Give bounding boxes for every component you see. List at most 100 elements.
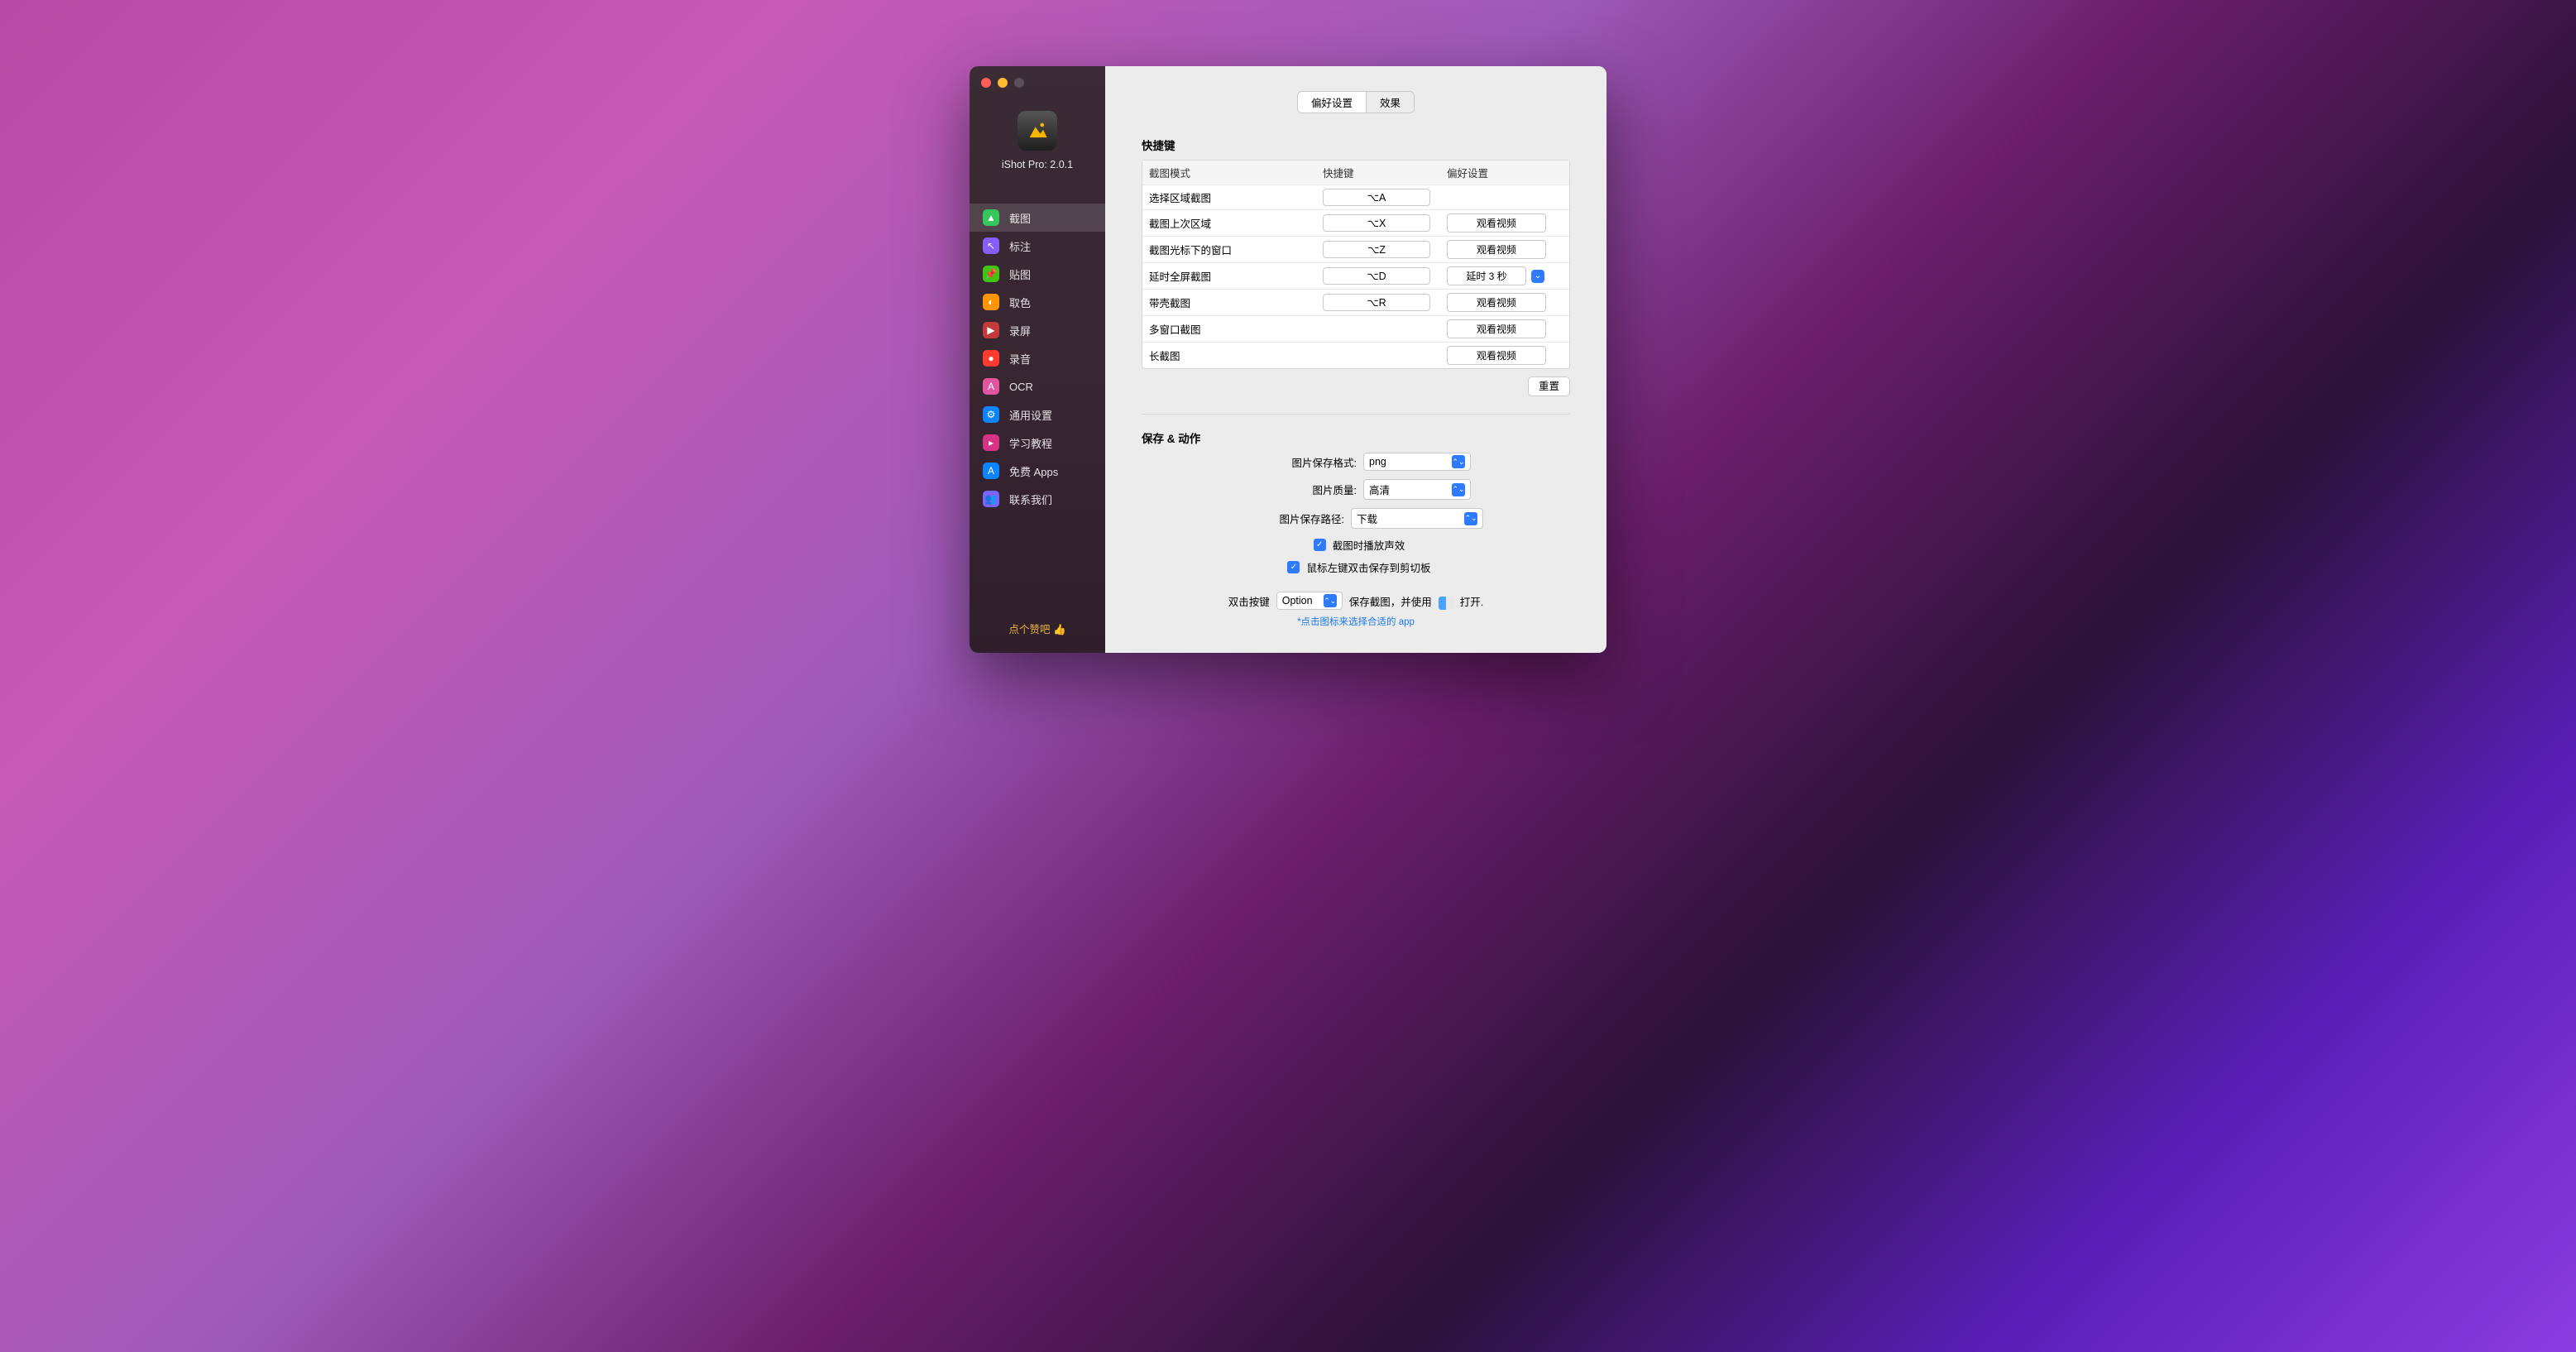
open-with-hint: *点击图标来选择合适的 app xyxy=(1142,615,1570,628)
app-icon xyxy=(1017,111,1057,151)
shortcuts-title: 快捷键 xyxy=(1142,137,1570,153)
table-header: 截图模式 快捷键 偏好设置 xyxy=(1142,161,1569,185)
app-title: iShot Pro: 2.0.1 xyxy=(970,159,1105,170)
table-row: 选择区域截图⌥A xyxy=(1142,185,1569,209)
mode-cell: 截图光标下的窗口 xyxy=(1149,242,1323,257)
sidebar-icon: ▸ xyxy=(983,434,999,451)
sidebar-item-label: 录音 xyxy=(1009,351,1031,367)
window-controls xyxy=(970,66,1105,94)
sidebar-icon: ⚙ xyxy=(983,406,999,423)
sidebar-item-label: OCR xyxy=(1009,381,1033,393)
sidebar-icon: A xyxy=(983,378,999,395)
sidebar-item-8[interactable]: ▸ 学习教程 xyxy=(970,429,1105,457)
dblkey-mid: 保存截图，并使用 xyxy=(1349,593,1432,609)
sidebar-nav: ▲ 截图 ↖标注 📌 贴图 ◐ 取色 ▶ 录屏 ● 录音 A OCR ⚙ 通用设置 ▸ 学习教程 A 免费 Apps… xyxy=(970,204,1105,513)
table-row: 截图上次区域⌥X 观看视频 xyxy=(1142,209,1569,236)
chevron-updown-icon: ⌃⌄ xyxy=(1452,483,1465,496)
mode-cell: 选择区域截图 xyxy=(1149,189,1323,205)
table-row: 带壳截图⌥R 观看视频 xyxy=(1142,289,1569,315)
main-panel: 偏好设置 效果 快捷键 截图模式 快捷键 偏好设置 选择区域截图⌥A截图上次区域… xyxy=(1105,66,1606,653)
save-title: 保存 & 动作 xyxy=(1142,429,1570,446)
table-row: 截图光标下的窗口⌥Z 观看视频 xyxy=(1142,236,1569,262)
hotkey-field[interactable]: ⌥A xyxy=(1323,189,1430,206)
sidebar-item-label: 录屏 xyxy=(1009,323,1031,338)
table-row: 多窗口截图 观看视频 xyxy=(1142,315,1569,342)
sidebar-icon: ↖ xyxy=(983,237,999,254)
path-label: 图片保存路径: xyxy=(1228,511,1344,526)
sidebar-item-9[interactable]: A 免费 Apps xyxy=(970,457,1105,485)
dblclick-copy-checkbox[interactable]: ✓ xyxy=(1287,561,1300,573)
tab-preferences[interactable]: 偏好设置 xyxy=(1298,92,1367,113)
open-with-app-icon[interactable] xyxy=(1439,597,1453,610)
watch-video-button[interactable]: 观看视频 xyxy=(1447,293,1546,312)
sound-checkbox[interactable]: ✓ xyxy=(1314,539,1326,551)
sidebar-icon: 📌 xyxy=(983,266,999,282)
dblkey-pre: 双击按键 xyxy=(1228,593,1270,609)
table-row: 延时全屏截图⌥D延时 3 秒⌄ xyxy=(1142,262,1569,289)
sidebar-item-10[interactable]: 👥 联系我们 xyxy=(970,485,1105,513)
divider xyxy=(1142,414,1570,415)
sidebar-icon: ◐ xyxy=(983,294,999,310)
sidebar-item-label: 取色 xyxy=(1009,295,1031,310)
sidebar-item-label: 免费 Apps xyxy=(1009,463,1058,479)
maximize-button[interactable] xyxy=(1014,78,1024,88)
path-select[interactable]: 下载 ⌃⌄ xyxy=(1351,508,1483,529)
dblkey-select[interactable]: Option ⌃⌄ xyxy=(1276,592,1343,610)
format-select[interactable]: png ⌃⌄ xyxy=(1363,453,1471,471)
quality-select[interactable]: 高清 ⌃⌄ xyxy=(1363,479,1471,500)
col-pref: 偏好设置 xyxy=(1447,165,1563,180)
sidebar-item-4[interactable]: ▶ 录屏 xyxy=(970,316,1105,344)
hotkey-field[interactable]: ⌥D xyxy=(1323,267,1430,285)
sidebar-item-label: 贴图 xyxy=(1009,266,1031,282)
sidebar-icon: ● xyxy=(983,350,999,367)
minimize-button[interactable] xyxy=(998,78,1008,88)
mode-cell: 多窗口截图 xyxy=(1149,321,1323,337)
mode-cell: 截图上次区域 xyxy=(1149,215,1323,231)
sidebar: iShot Pro: 2.0.1 ▲ 截图 ↖标注 📌 贴图 ◐ 取色 ▶ 录屏 ● 录音 A OCR ⚙… xyxy=(970,66,1105,653)
sidebar-item-2[interactable]: 📌 贴图 xyxy=(970,260,1105,288)
like-prompt[interactable]: 点个赞吧 👍 xyxy=(970,604,1105,636)
quality-label: 图片质量: xyxy=(1241,482,1357,497)
shortcuts-table: 截图模式 快捷键 偏好设置 选择区域截图⌥A截图上次区域⌥X观看视频截图光标下的… xyxy=(1142,160,1570,369)
sidebar-icon: 👥 xyxy=(983,491,999,507)
sidebar-icon: A xyxy=(983,463,999,479)
app-header: iShot Pro: 2.0.1 xyxy=(970,94,1105,190)
sidebar-item-label: 截图 xyxy=(1009,210,1031,226)
mode-cell: 长截图 xyxy=(1149,348,1323,363)
hotkey-field[interactable]: ⌥Z xyxy=(1323,241,1430,258)
sidebar-item-6[interactable]: A OCR xyxy=(970,372,1105,400)
close-button[interactable] xyxy=(981,78,991,88)
tab-bar: 偏好设置 效果 xyxy=(1105,66,1606,128)
sidebar-item-5[interactable]: ● 录音 xyxy=(970,344,1105,372)
sidebar-item-1[interactable]: ↖标注 xyxy=(970,232,1105,260)
reset-button[interactable]: 重置 xyxy=(1528,376,1570,396)
hotkey-field[interactable]: ⌥X xyxy=(1323,214,1430,232)
delay-select[interactable]: 延时 3 秒 xyxy=(1447,266,1526,285)
sidebar-item-0[interactable]: ▲ 截图 xyxy=(970,204,1105,232)
chevron-updown-icon: ⌃⌄ xyxy=(1452,455,1465,468)
watch-video-button[interactable]: 观看视频 xyxy=(1447,346,1546,365)
tab-effects[interactable]: 效果 xyxy=(1367,92,1414,113)
preferences-window: iShot Pro: 2.0.1 ▲ 截图 ↖标注 📌 贴图 ◐ 取色 ▶ 录屏 ● 录音 A OCR ⚙… xyxy=(970,66,1606,653)
sidebar-item-7[interactable]: ⚙ 通用设置 xyxy=(970,400,1105,429)
sidebar-item-label: 联系我们 xyxy=(1009,491,1052,507)
chevron-updown-icon: ⌃⌄ xyxy=(1324,594,1337,607)
watch-video-button[interactable]: 观看视频 xyxy=(1447,213,1546,233)
mode-cell: 带壳截图 xyxy=(1149,295,1323,310)
sidebar-item-label: 学习教程 xyxy=(1009,435,1052,451)
hotkey-field[interactable]: ⌥R xyxy=(1323,294,1430,311)
sidebar-icon: ▶ xyxy=(983,322,999,338)
sidebar-item-label: 通用设置 xyxy=(1009,407,1052,423)
sidebar-item-3[interactable]: ◐ 取色 xyxy=(970,288,1105,316)
format-label: 图片保存格式: xyxy=(1241,454,1357,470)
dblkey-suf: 打开. xyxy=(1460,593,1483,609)
chevron-updown-icon: ⌃⌄ xyxy=(1464,512,1477,525)
col-key: 快捷键 xyxy=(1323,165,1447,180)
col-mode: 截图模式 xyxy=(1149,165,1323,180)
sidebar-icon: ▲ xyxy=(983,209,999,226)
watch-video-button[interactable]: 观看视频 xyxy=(1447,240,1546,259)
watch-video-button[interactable]: 观看视频 xyxy=(1447,319,1546,338)
chevron-updown-icon: ⌄ xyxy=(1531,270,1544,283)
dblclick-copy-label: 鼠标左键双击保存到剪切板 xyxy=(1306,559,1430,575)
table-row: 长截图 观看视频 xyxy=(1142,342,1569,368)
